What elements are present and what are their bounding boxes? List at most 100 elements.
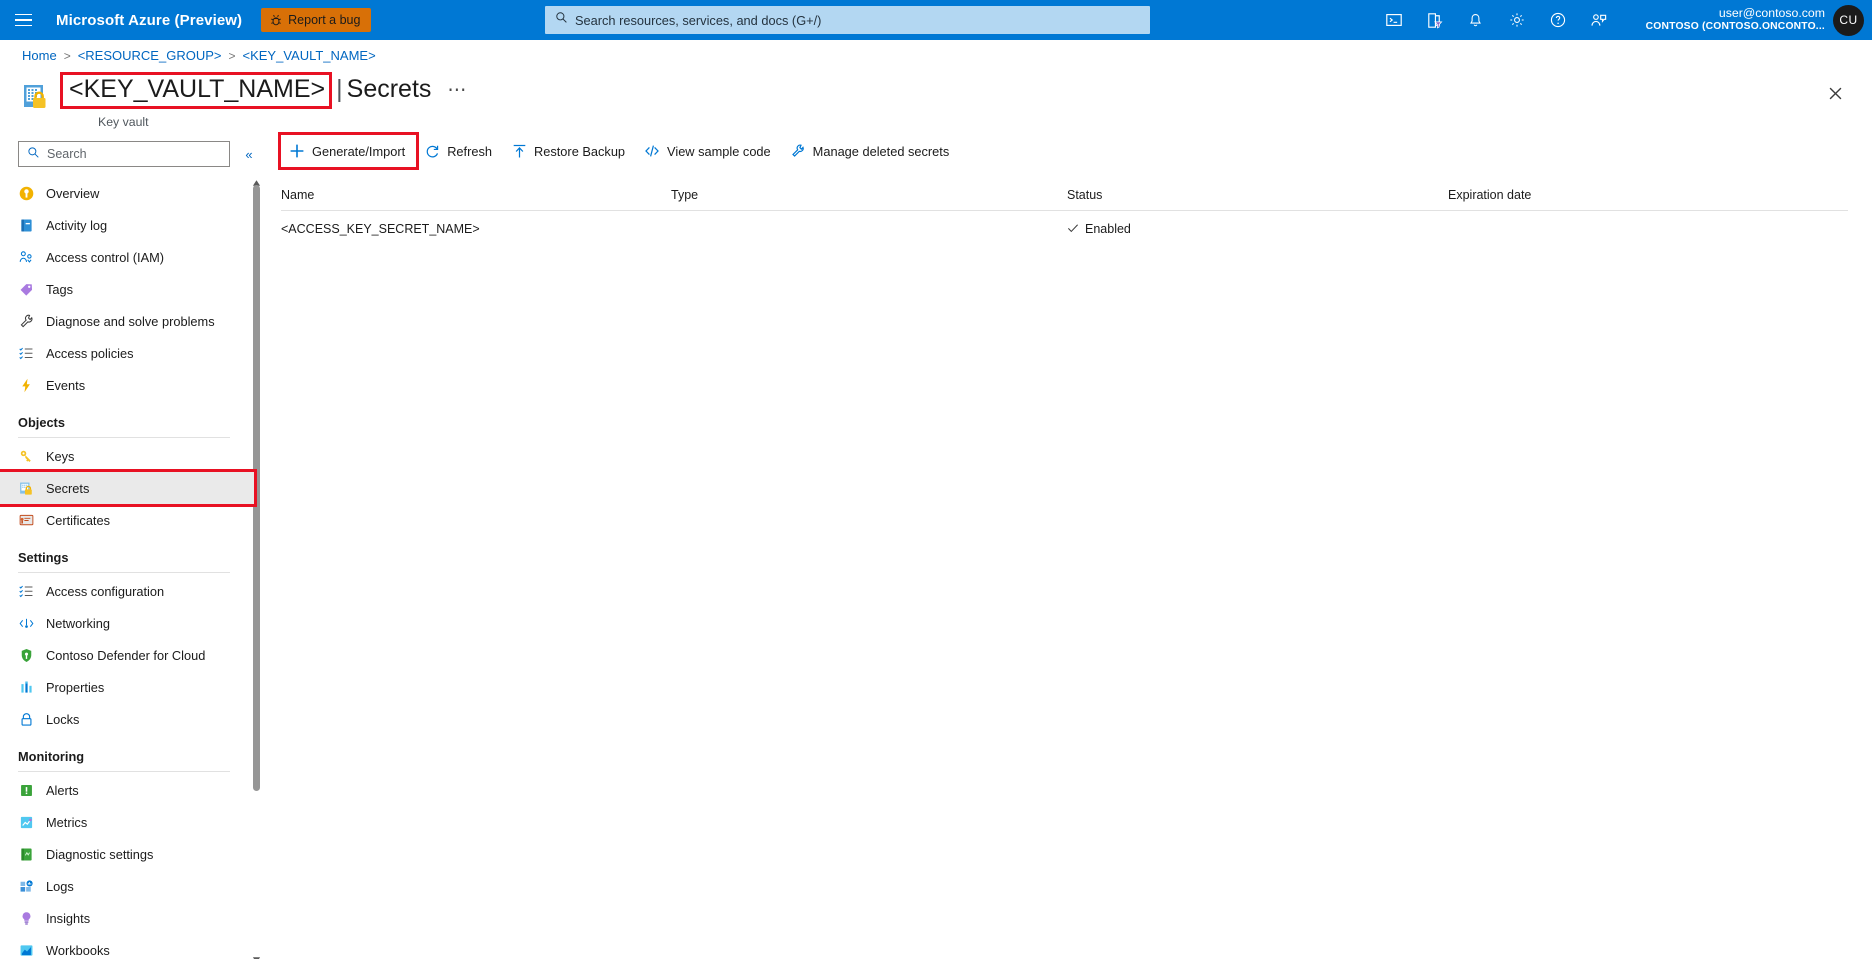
sidebar-item-label: Access configuration [46, 584, 164, 599]
insights-bulb-icon [18, 910, 35, 927]
plus-icon [289, 143, 305, 159]
sidebar-item-access-control-iam[interactable]: Access control (IAM) [0, 241, 262, 273]
sidebar-item-diagnose-and-solve-problems[interactable]: Diagnose and solve problems [0, 305, 262, 337]
sidebar-item-label: Events [46, 378, 85, 393]
sidebar-scroll-thumb[interactable] [253, 185, 260, 791]
sidebar-item-certificates[interactable]: Certificates [0, 504, 262, 536]
chevron-up-icon[interactable] [252, 174, 261, 182]
wrench-icon [18, 313, 35, 330]
breadcrumb-separator: > [64, 49, 71, 63]
command-view-sample-code-button[interactable]: View sample code [636, 137, 782, 165]
command-refresh-button[interactable]: Refresh [416, 137, 503, 165]
command-label: View sample code [667, 144, 771, 159]
close-icon[interactable] [1820, 78, 1850, 108]
divider [18, 437, 230, 438]
sidebar-item-alerts[interactable]: Alerts [0, 774, 262, 806]
hamburger-icon[interactable] [0, 0, 46, 40]
secret-lock-icon [18, 480, 35, 497]
search-icon [555, 11, 568, 29]
command-restore-backup-button[interactable]: Restore Backup [503, 137, 636, 165]
sidebar-item-workbooks[interactable]: Workbooks [0, 934, 262, 959]
lightning-bolt-icon [18, 377, 35, 394]
sidebar-item-contoso-defender-for-cloud[interactable]: Contoso Defender for Cloud [0, 639, 262, 671]
help-question-icon[interactable] [1537, 0, 1578, 40]
account-email: user@contoso.com [1646, 6, 1825, 21]
command-label: Generate/Import [312, 144, 405, 159]
alert-icon [18, 782, 35, 799]
command-manage-deleted-secrets-button[interactable]: Manage deleted secrets [782, 137, 961, 165]
sidebar-scrollbar[interactable] [250, 174, 262, 959]
sidebar-item-networking[interactable]: Networking [0, 607, 262, 639]
diagnostic-settings-icon [18, 846, 35, 863]
workbooks-icon [18, 942, 35, 959]
collapse-sidebar-button[interactable]: « [236, 142, 262, 166]
key-icon [18, 448, 35, 465]
sidebar-item-label: Alerts [46, 783, 79, 798]
properties-bars-icon [18, 679, 35, 696]
code-brackets-icon [644, 143, 660, 159]
global-search-input[interactable]: Search resources, services, and docs (G+… [545, 6, 1150, 34]
settings-gear-icon[interactable] [1496, 0, 1537, 40]
table-row[interactable]: <ACCESS_KEY_SECRET_NAME> Enabled [281, 211, 1848, 247]
top-header: Microsoft Azure (Preview) Report a bug S… [0, 0, 1872, 40]
sidebar-item-access-policies[interactable]: Access policies [0, 337, 262, 369]
breadcrumb-item-key-vault[interactable]: <KEY_VAULT_NAME> [242, 48, 375, 63]
sidebar-group-settings: Settings [0, 536, 262, 575]
sidebar-group-label: Monitoring [18, 749, 244, 764]
sidebar-search-input[interactable]: Search [18, 141, 230, 167]
sidebar-item-events[interactable]: Events [0, 369, 262, 401]
sidebar-item-insights[interactable]: Insights [0, 902, 262, 934]
sidebar-item-access-configuration[interactable]: Access configuration [0, 575, 262, 607]
global-search-placeholder: Search resources, services, and docs (G+… [575, 13, 821, 28]
cloud-shell-icon[interactable] [1373, 0, 1414, 40]
column-header-expiration-date[interactable]: Expiration date [1448, 188, 1748, 202]
report-a-bug-label: Report a bug [288, 13, 360, 27]
chevron-down-icon[interactable] [252, 951, 261, 959]
breadcrumb: Home > <RESOURCE_GROUP> > <KEY_VAULT_NAM… [22, 48, 376, 63]
account-menu[interactable]: user@contoso.com CONTOSO (CONTOSO.ONCONT… [1646, 0, 1864, 40]
column-header-name[interactable]: Name [281, 188, 671, 202]
account-text: user@contoso.com CONTOSO (CONTOSO.ONCONT… [1646, 6, 1825, 34]
directories-filter-icon[interactable] [1414, 0, 1455, 40]
key-circle-icon [18, 185, 35, 202]
avatar[interactable]: CU [1833, 5, 1864, 36]
sidebar-item-properties[interactable]: Properties [0, 671, 262, 703]
sidebar-item-keys[interactable]: Keys [0, 440, 262, 472]
sidebar: Search « OverviewActivity logAccess cont… [0, 133, 262, 959]
breadcrumb-item-resource-group[interactable]: <RESOURCE_GROUP> [78, 48, 222, 63]
sidebar-item-label: Secrets [46, 481, 89, 496]
divider [18, 572, 230, 573]
notifications-bell-icon[interactable] [1455, 0, 1496, 40]
sidebar-search-row: Search « [0, 133, 262, 177]
sidebar-item-secrets[interactable]: Secrets [0, 472, 254, 504]
sidebar-item-activity-log[interactable]: Activity log [0, 209, 262, 241]
sidebar-item-metrics[interactable]: Metrics [0, 806, 262, 838]
feedback-smiley-icon[interactable] [1578, 0, 1619, 40]
report-a-bug-button[interactable]: Report a bug [261, 8, 371, 32]
sidebar-group-label: Settings [18, 550, 244, 565]
column-header-status[interactable]: Status [1067, 188, 1448, 202]
more-options-icon[interactable]: ⋯ [447, 79, 468, 102]
sidebar-item-label: Keys [46, 449, 74, 464]
azure-brand-title[interactable]: Microsoft Azure (Preview) [56, 12, 242, 29]
sidebar-group-monitoring: Monitoring [0, 735, 262, 774]
shield-icon [18, 647, 35, 664]
status-label: Enabled [1085, 222, 1131, 236]
bug-icon [269, 13, 283, 27]
sidebar-item-diagnostic-settings[interactable]: Diagnostic settings [0, 838, 262, 870]
certificate-icon [18, 512, 35, 529]
sidebar-item-label: Insights [46, 911, 90, 926]
command-generate-import-button[interactable]: Generate/Import [281, 135, 416, 167]
networking-icon [18, 615, 35, 632]
sidebar-item-logs[interactable]: Logs [0, 870, 262, 902]
sidebar-item-tags[interactable]: Tags [0, 273, 262, 305]
sidebar-item-label: Locks [46, 712, 79, 727]
cell-name[interactable]: <ACCESS_KEY_SECRET_NAME> [281, 222, 671, 236]
command-bar: Generate/Import RefreshRestore Backup View… [281, 133, 960, 169]
breadcrumb-item-home[interactable]: Home [22, 48, 57, 63]
key-vault-icon [20, 80, 54, 114]
sidebar-item-overview[interactable]: Overview [0, 177, 262, 209]
cell-status: Enabled [1067, 222, 1448, 237]
column-header-type[interactable]: Type [671, 188, 1067, 202]
sidebar-item-locks[interactable]: Locks [0, 703, 262, 735]
